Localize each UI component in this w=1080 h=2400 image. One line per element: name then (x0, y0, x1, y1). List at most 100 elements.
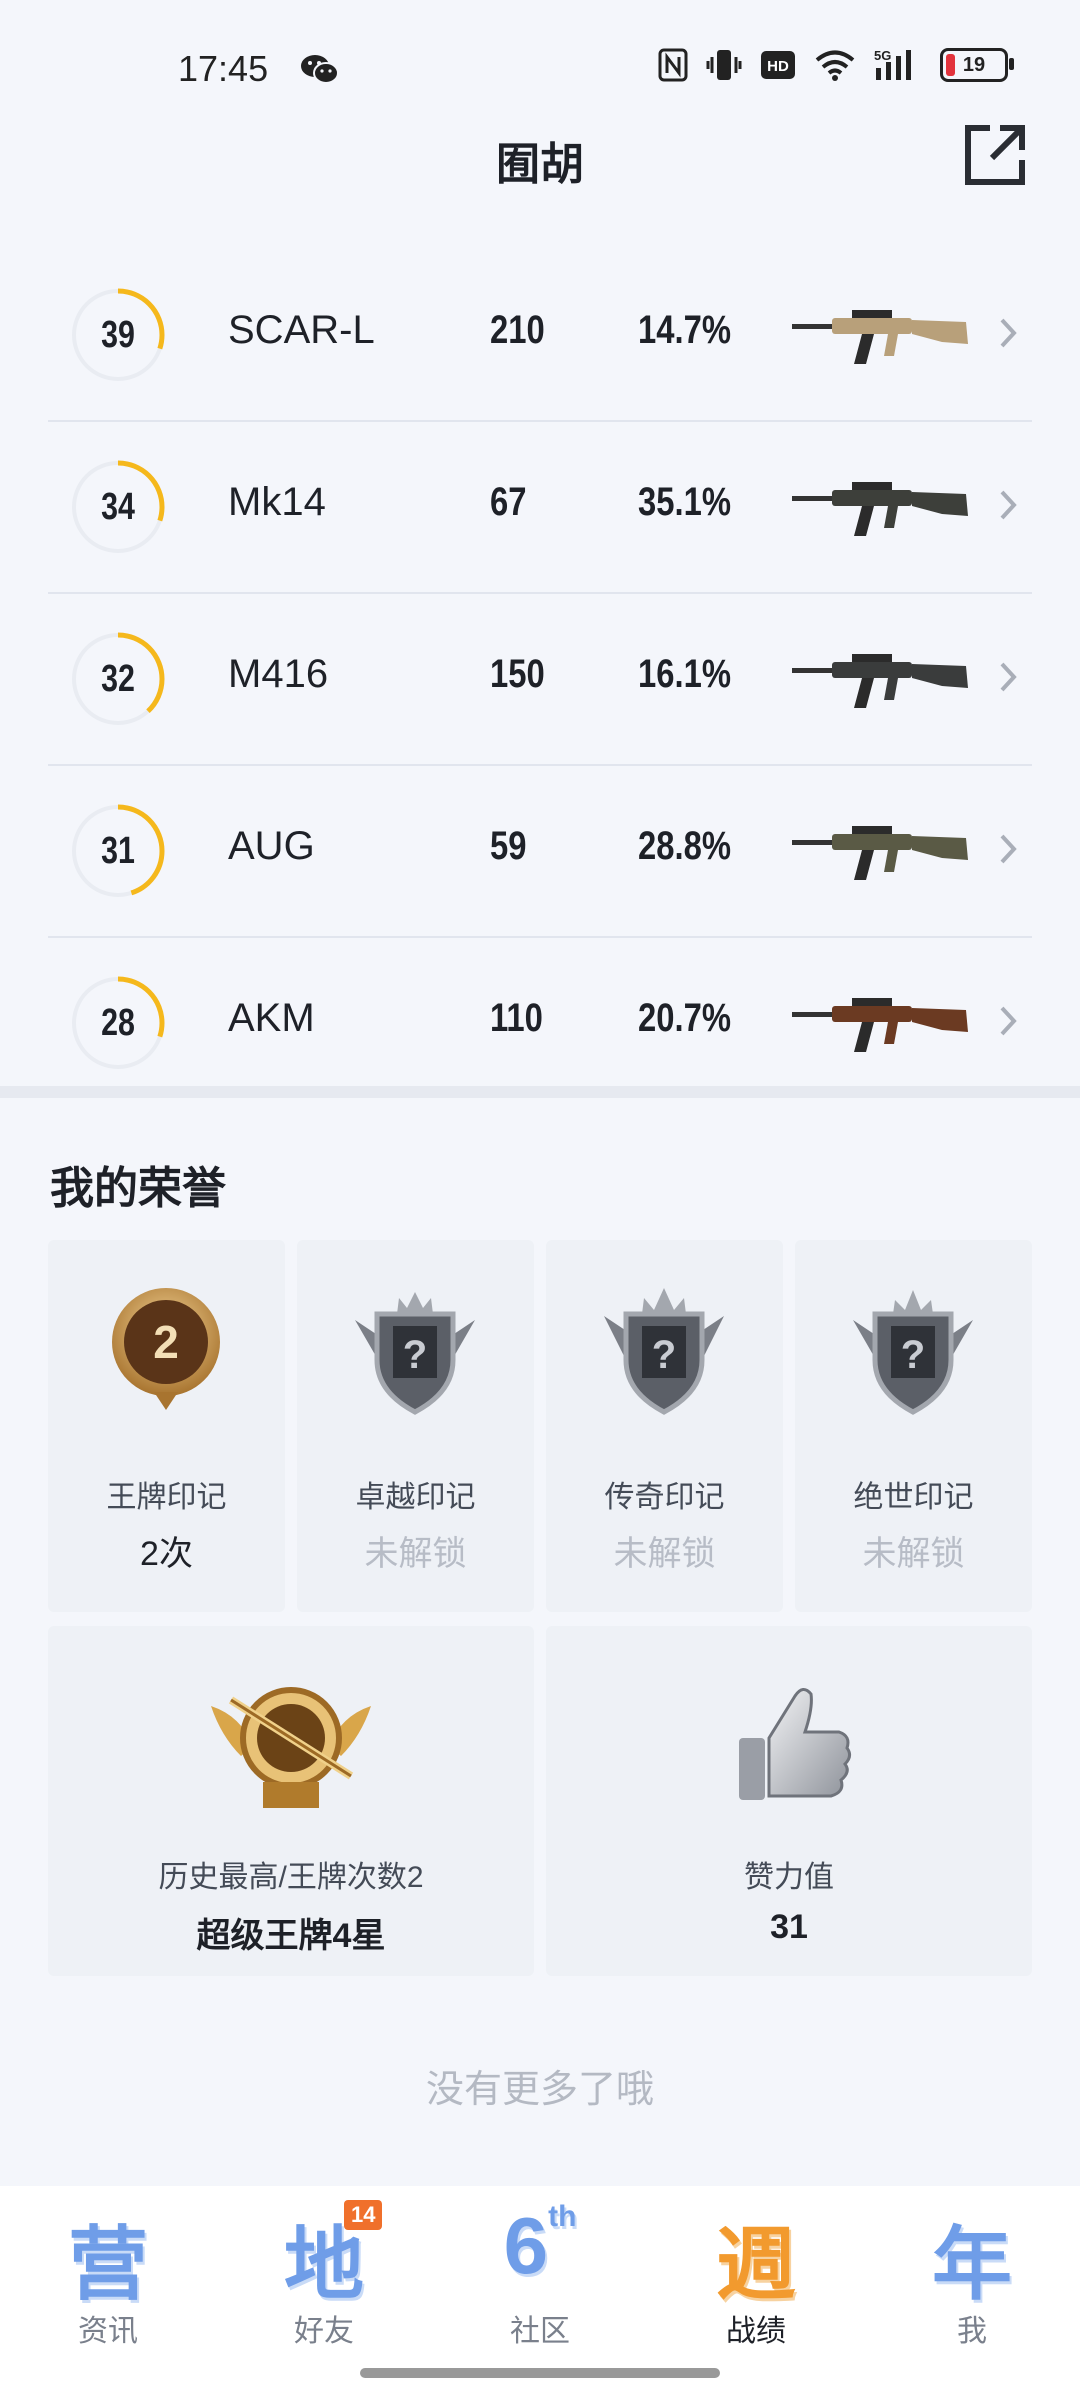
chevron-right-icon (998, 316, 1018, 355)
hd-icon: HD (760, 50, 796, 80)
level-ring: 32 (68, 629, 168, 729)
weapon-kills: 210 (490, 308, 545, 352)
weapon-name: AKM (228, 996, 315, 1040)
weapon-list: 39 SCAR-L 210 14.7% 34 Mk14 67 35.1% 32 M416 150 16… (48, 250, 1032, 1108)
weapon-kills: 59 (490, 824, 527, 868)
nfc-icon (658, 48, 688, 82)
weapon-kills: 67 (490, 480, 527, 524)
chevron-right-icon (998, 832, 1018, 871)
weapon-name: AUG (228, 824, 315, 868)
weapon-rate: 20.7% (638, 996, 732, 1040)
weapon-row[interactable]: 39 SCAR-L 210 14.7% (48, 250, 1032, 422)
badge-value: 未解锁 (613, 1535, 716, 1573)
badge-name: 王牌印记 (106, 1481, 227, 1514)
weapon-level: 31 (101, 830, 135, 872)
level-ring: 31 (68, 801, 168, 901)
weapon-row[interactable]: 31 AUG 59 28.8% (48, 766, 1032, 938)
badge-name: 绝世印记 (853, 1481, 974, 1514)
svg-text:5G: 5G (874, 48, 891, 63)
ace-mark-icon: 2 (106, 1280, 226, 1420)
chevron-right-icon (998, 660, 1018, 699)
stat-label: 历史最高/王牌次数2 (158, 1861, 424, 1894)
vibrate-icon (706, 48, 742, 82)
weapon-row[interactable]: 34 Mk14 67 35.1% (48, 422, 1032, 594)
badge-card-peerless[interactable]: ? 绝世印记 未解锁 (795, 1240, 1032, 1612)
stat-card-highest-tier[interactable]: 历史最高/王牌次数2 超级王牌4星 (48, 1626, 534, 1976)
battery-level: 19 (962, 53, 986, 76)
badge-value: 未解锁 (364, 1535, 467, 1573)
nav-friends-icon: 地 (284, 2220, 364, 2309)
nav-me[interactable]: 年 我 (864, 2186, 1080, 2400)
weapon-row[interactable]: 28 AKM 110 20.7% (48, 938, 1032, 1108)
status-bar: 17:45 HD 5G 19 (0, 0, 1080, 135)
weapon-name: M416 (228, 652, 329, 696)
badge-name: 卓越印记 (355, 1481, 476, 1514)
nav-record-icon: 週 (716, 2220, 796, 2309)
svg-text:?: ? (901, 1333, 925, 1377)
nav-label: 好友 (294, 2315, 354, 2348)
thumbs-up-icon (699, 1676, 879, 1816)
wifi-icon (814, 49, 856, 81)
rifle-icon (792, 462, 972, 552)
weapon-kills: 150 (490, 652, 545, 696)
svg-text:HD: HD (767, 58, 789, 75)
rifle-icon (792, 806, 972, 896)
weapon-level: 32 (101, 658, 135, 700)
level-ring: 39 (68, 285, 168, 385)
stat-value: 超级王牌4星 (196, 1917, 386, 1955)
weapon-row[interactable]: 32 M416 150 16.1% (48, 594, 1032, 766)
nav-label: 我 (957, 2315, 987, 2348)
stat-label: 赞力值 (744, 1861, 834, 1894)
weapon-level: 28 (101, 1002, 135, 1044)
weapon-level: 34 (101, 486, 135, 528)
stat-value: 31 (770, 1908, 808, 1946)
svg-text:?: ? (652, 1333, 676, 1377)
badge-card-excellent[interactable]: ? 卓越印记 未解锁 (297, 1240, 534, 1612)
home-indicator[interactable] (360, 2368, 720, 2378)
weapon-rate: 16.1% (638, 652, 732, 696)
share-external-icon[interactable] (962, 122, 1028, 188)
signal-5g-icon: 5G (874, 48, 922, 82)
nav-news[interactable]: 营 资讯 (0, 2186, 216, 2400)
stat-grid: 历史最高/王牌次数2 超级王牌4星 赞力值 31 (48, 1626, 1032, 1976)
nav-label: 资讯 (78, 2315, 138, 2348)
level-ring: 34 (68, 457, 168, 557)
weapon-rate: 35.1% (638, 480, 732, 524)
super-ace-emblem-icon (201, 1676, 381, 1816)
battery-icon: 19 (940, 48, 1014, 82)
wechat-icon (300, 52, 340, 91)
page-title: 囿胡 (496, 140, 584, 189)
friends-count-badge: 14 (344, 2200, 383, 2230)
weapon-rate: 14.7% (638, 308, 732, 352)
weapon-name: Mk14 (228, 480, 326, 524)
weapon-rate: 28.8% (638, 824, 732, 868)
nav-news-icon: 营 (68, 2220, 148, 2309)
badge-card-ace[interactable]: 2 王牌印记 2次 (48, 1240, 285, 1612)
locked-shield-icon: ? (853, 1280, 973, 1420)
badge-value: 未解锁 (862, 1535, 965, 1573)
weapon-kills: 110 (490, 996, 543, 1040)
status-icons: HD 5G 19 (658, 48, 1014, 82)
rifle-icon (792, 634, 972, 724)
svg-text:?: ? (403, 1333, 427, 1377)
no-more-text: 没有更多了哦 (425, 2069, 654, 2111)
section-divider (0, 1086, 1080, 1098)
badge-grid: 2 王牌印记 2次 ? 卓越印记 未解锁 ? 传奇印记 未解锁 ? 绝世印记 未… (48, 1240, 1032, 1612)
locked-shield-icon: ? (604, 1280, 724, 1420)
weapon-level: 39 (101, 314, 135, 356)
nav-community-icon: 6th (503, 2200, 577, 2290)
locked-shield-icon: ? (355, 1280, 475, 1420)
badge-value: 2次 (140, 1535, 193, 1573)
level-ring: 28 (68, 973, 168, 1073)
badge-card-legend[interactable]: ? 传奇印记 未解锁 (546, 1240, 783, 1612)
rifle-icon (792, 290, 972, 380)
nav-label: 战绩 (726, 2315, 786, 2348)
weapon-name: SCAR-L (228, 308, 375, 352)
rifle-icon (792, 978, 972, 1068)
chevron-right-icon (998, 488, 1018, 527)
nav-label: 社区 (510, 2315, 570, 2348)
nav-me-icon: 年 (932, 2220, 1012, 2309)
chevron-right-icon (998, 1004, 1018, 1043)
stat-card-likes[interactable]: 赞力值 31 (546, 1626, 1032, 1976)
ace-mark-number: 2 (153, 1316, 179, 1368)
